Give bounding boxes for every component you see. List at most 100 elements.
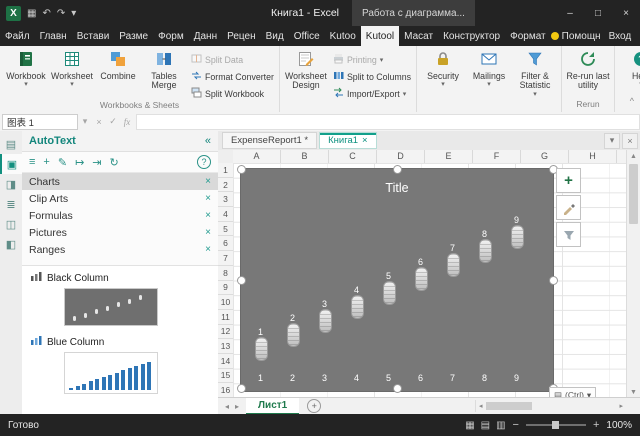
scroll-up-icon[interactable]: ▲ bbox=[630, 150, 637, 162]
split-data-button[interactable]: Split Data bbox=[191, 53, 274, 66]
close-icon[interactable]: × bbox=[362, 135, 368, 146]
filter-statistic-button[interactable]: Filter & Statistic ▾ bbox=[512, 49, 558, 99]
zoom-level[interactable]: 100% bbox=[606, 420, 632, 431]
refresh-icon[interactable]: ↻ bbox=[110, 156, 119, 169]
row-header-13[interactable]: 13 bbox=[218, 339, 233, 354]
add-group-icon[interactable]: + bbox=[43, 156, 49, 169]
column-list-icon[interactable]: ≣ bbox=[0, 194, 22, 214]
pane-switch-icon[interactable]: ◧ bbox=[0, 234, 22, 254]
find-replace-icon[interactable]: ◫ bbox=[0, 214, 22, 234]
printing-button[interactable]: Printing ▾ bbox=[333, 53, 411, 66]
chart-filters-button[interactable] bbox=[556, 222, 581, 247]
import-icon[interactable]: ⇥ bbox=[92, 156, 101, 169]
cancel-icon[interactable]: × bbox=[92, 117, 106, 127]
prev-sheet-arrow[interactable]: ◂ bbox=[222, 402, 232, 411]
ribbon-tab-разме[interactable]: Разме bbox=[114, 26, 153, 46]
mailings-button[interactable]: Mailings ▾ bbox=[466, 49, 512, 89]
close-button[interactable]: × bbox=[612, 0, 640, 26]
scroll-right-icon[interactable]: ▸ bbox=[616, 402, 626, 410]
selection-handle[interactable] bbox=[393, 384, 402, 393]
close-icon[interactable]: × bbox=[205, 176, 211, 187]
zoom-out-button[interactable]: − bbox=[513, 419, 519, 431]
vertical-scroll-thumb[interactable] bbox=[629, 164, 638, 224]
close-icon[interactable]: × bbox=[205, 244, 211, 255]
workbook-button[interactable]: Workbook ▾ bbox=[3, 49, 49, 89]
worksheet-design-button[interactable]: Worksheet Design bbox=[283, 49, 329, 91]
row-header-4[interactable]: 4 bbox=[218, 207, 233, 222]
column-header-G[interactable]: G bbox=[521, 150, 569, 163]
collapse-ribbon-button[interactable]: ^ bbox=[630, 96, 634, 106]
autotext-group-ranges[interactable]: Ranges × bbox=[22, 241, 218, 258]
ribbon-tab-формат[interactable]: Формат bbox=[505, 26, 551, 46]
formula-input[interactable] bbox=[136, 113, 640, 130]
row-header-14[interactable]: 14 bbox=[218, 354, 233, 369]
worksheet-button[interactable]: Worksheet ▾ bbox=[49, 49, 95, 89]
row-header-11[interactable]: 11 bbox=[218, 310, 233, 325]
autotext-group-clip-arts[interactable]: Clip Arts × bbox=[22, 190, 218, 207]
doc-tab-книга1[interactable]: Книга1 × bbox=[319, 132, 377, 149]
pane-collapse-icon[interactable]: « bbox=[205, 135, 211, 147]
column-header-E[interactable]: E bbox=[425, 150, 473, 163]
ribbon-tab-kutoo[interactable]: Kutoo bbox=[325, 26, 361, 46]
column-header-B[interactable]: B bbox=[281, 150, 329, 163]
column-header-C[interactable]: C bbox=[329, 150, 377, 163]
ribbon-tab-главн[interactable]: Главн bbox=[35, 26, 72, 46]
horizontal-scrollbar[interactable]: ◂ ▸ bbox=[475, 400, 626, 412]
normal-view-icon[interactable]: ▦ bbox=[465, 420, 474, 431]
tables-merge-button[interactable]: Tables Merge bbox=[141, 49, 187, 91]
column-header-H[interactable]: H bbox=[569, 150, 617, 163]
select-all-corner[interactable] bbox=[218, 150, 234, 164]
row-header-15[interactable]: 15 bbox=[218, 369, 233, 384]
enter-icon[interactable]: ✓ bbox=[106, 116, 120, 127]
scroll-left-icon[interactable]: ◂ bbox=[476, 402, 486, 410]
row-header-9[interactable]: 9 bbox=[218, 281, 233, 296]
undo-icon[interactable]: ↶ bbox=[42, 8, 50, 19]
redo-icon[interactable]: ↷ bbox=[57, 8, 65, 19]
entry-blue-column[interactable]: Blue Column bbox=[22, 334, 218, 350]
name-box-dropdown-icon[interactable]: ▾ bbox=[78, 116, 92, 127]
column-header-D[interactable]: D bbox=[377, 150, 425, 163]
ribbon-tab-данн[interactable]: Данн bbox=[189, 26, 222, 46]
re-run-last-utility-button[interactable]: Re-run last utility bbox=[565, 49, 611, 91]
vertical-scrollbar[interactable]: ▲ ▼ bbox=[626, 150, 640, 398]
help-bulb[interactable]: Помощн bbox=[550, 31, 601, 42]
close-icon[interactable]: × bbox=[205, 193, 211, 204]
horizontal-scroll-thumb[interactable] bbox=[485, 402, 532, 410]
row-header-7[interactable]: 7 bbox=[218, 251, 233, 266]
help-icon[interactable]: ? bbox=[197, 155, 211, 169]
customize-grid-icon[interactable]: ▦ bbox=[27, 8, 36, 19]
add-sheet-button[interactable]: + bbox=[307, 399, 322, 413]
ribbon-tab-форм[interactable]: Форм bbox=[153, 26, 189, 46]
zoom-in-button[interactable]: + bbox=[593, 419, 599, 431]
ribbon-tab-вид[interactable]: Вид bbox=[261, 26, 289, 46]
sign-in[interactable]: Вход bbox=[609, 31, 632, 42]
chart-styles-button[interactable] bbox=[556, 195, 581, 220]
page-break-view-icon[interactable]: ▥ bbox=[496, 420, 505, 431]
autotext-pane-icon[interactable]: ▣ bbox=[0, 154, 22, 174]
page-layout-view-icon[interactable]: ▤ bbox=[481, 420, 490, 431]
close-icon[interactable]: × bbox=[205, 227, 211, 238]
row-header-8[interactable]: 8 bbox=[218, 266, 233, 281]
row-header-12[interactable]: 12 bbox=[218, 325, 233, 340]
name-manager-icon[interactable]: ◨ bbox=[0, 174, 22, 194]
ribbon-tab-конструктор[interactable]: Конструктор bbox=[438, 26, 505, 46]
security-button[interactable]: Security ▾ bbox=[420, 49, 466, 89]
ribbon-tab-встави[interactable]: Встави bbox=[72, 26, 115, 46]
edit-icon[interactable]: ✎ bbox=[58, 156, 67, 169]
row-header-16[interactable]: 16 bbox=[218, 383, 233, 398]
help-button[interactable]: ?Help▾ bbox=[618, 49, 640, 89]
close-icon[interactable]: × bbox=[205, 210, 211, 221]
chart-elements-button[interactable]: + bbox=[556, 168, 581, 193]
column-header-A[interactable]: A bbox=[233, 150, 281, 163]
selection-handle[interactable] bbox=[237, 165, 246, 174]
row-header-1[interactable]: 1 bbox=[218, 163, 233, 178]
import-export-button[interactable]: Import/Export ▾ bbox=[333, 87, 411, 100]
qat-dropdown-icon[interactable]: ▾ bbox=[71, 8, 76, 19]
embedded-chart[interactable]: Title 1 1 2 2 3 3 4 4 5 5 6 6 7 7 8 8 9 9 bbox=[237, 165, 558, 393]
entry-black-column[interactable]: Black Column bbox=[22, 270, 218, 286]
insert-function-icon[interactable]: fx bbox=[120, 117, 134, 127]
selection-handle[interactable] bbox=[393, 165, 402, 174]
autotext-group-charts[interactable]: Charts × bbox=[22, 173, 218, 190]
autotext-group-formulas[interactable]: Formulas × bbox=[22, 207, 218, 224]
row-header-2[interactable]: 2 bbox=[218, 178, 233, 193]
